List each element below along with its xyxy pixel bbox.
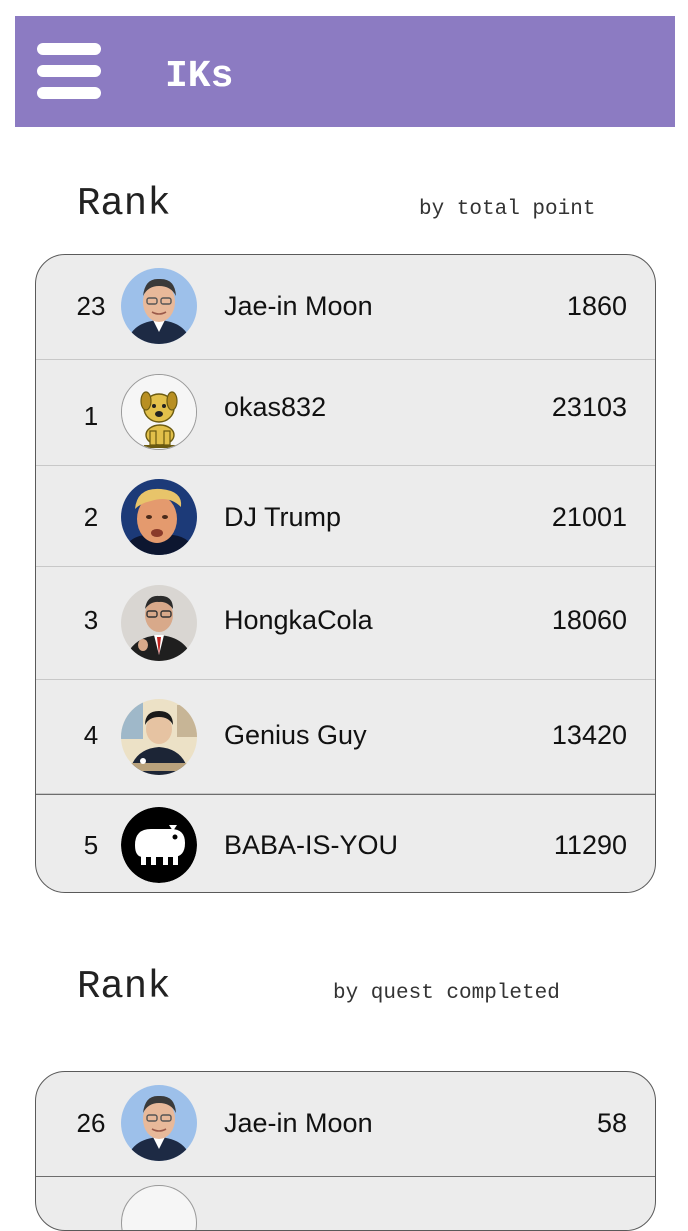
rank-quest-title: Rank <box>77 965 171 1009</box>
rank-total-card: 23 Jae-in Moon 1860 1 okas832 23103 2 DJ… <box>35 254 656 893</box>
rank-quest-card: 26 Jae-in Moon 58 <box>35 1071 656 1231</box>
my-rank-row[interactable]: 26 Jae-in Moon 58 <box>36 1072 655 1177</box>
menu-icon[interactable] <box>37 43 101 99</box>
rank-number: 4 <box>83 720 99 750</box>
rank-total-title: Rank <box>77 182 171 226</box>
user-score: 18060 <box>551 605 627 635</box>
user-name: Genius Guy <box>224 720 367 750</box>
user-name: BABA-IS-YOU <box>224 830 399 860</box>
user-name: HongkaCola <box>224 605 373 635</box>
rank-number: 1 <box>83 401 99 431</box>
rank-row[interactable]: 5 BABA-IS-YOU 11290 <box>36 794 655 892</box>
user-name: Jae-in Moon <box>224 1108 373 1138</box>
avatar-moon <box>121 1085 197 1161</box>
user-name: okas832 <box>224 392 327 422</box>
avatar-baba <box>121 807 197 883</box>
rank-row[interactable]: 1 okas832 23103 <box>36 360 655 466</box>
rank-total-subtitle: by total point <box>419 198 596 221</box>
avatar-hong <box>121 585 197 661</box>
user-score: 23103 <box>551 392 627 422</box>
user-score: 13420 <box>551 720 627 750</box>
my-rank-row[interactable]: 23 Jae-in Moon 1860 <box>36 255 655 360</box>
rank-number: 26 <box>76 1108 106 1138</box>
rank-quest-subtitle: by quest completed <box>333 982 560 1005</box>
rank-row[interactable] <box>36 1177 655 1230</box>
user-score: 58 <box>596 1108 627 1138</box>
user-score: 11290 <box>553 830 627 860</box>
rank-number: 23 <box>76 291 106 321</box>
avatar-genius <box>121 699 197 775</box>
avatar-trump <box>121 479 197 555</box>
user-score: 1860 <box>566 291 627 321</box>
user-name: DJ Trump <box>224 502 342 532</box>
avatar-dog <box>121 1185 197 1230</box>
avatar-moon <box>121 268 197 344</box>
app-title: IKs <box>165 55 234 98</box>
user-name: Jae-in Moon <box>224 291 373 321</box>
rank-row[interactable]: 4 Genius Guy 13420 <box>36 680 655 794</box>
rank-row[interactable]: 2 DJ Trump 21001 <box>36 466 655 567</box>
avatar-dog <box>121 374 197 450</box>
rank-row[interactable]: 3 HongkaCola 18060 <box>36 567 655 680</box>
app-bar: IKs <box>15 16 675 127</box>
rank-number: 2 <box>83 502 99 532</box>
user-score: 21001 <box>551 502 627 532</box>
rank-number: 3 <box>83 605 99 635</box>
rank-number: 5 <box>83 830 99 860</box>
